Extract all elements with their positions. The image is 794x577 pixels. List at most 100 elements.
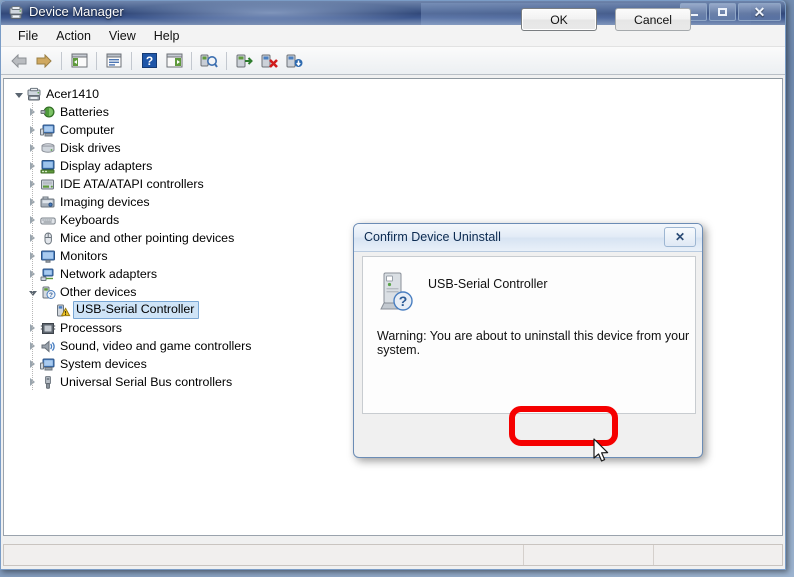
- update-driver-software-icon: [236, 54, 253, 67]
- status-pane-secondary: [524, 545, 654, 565]
- properties-button[interactable]: [102, 50, 126, 72]
- tree-item-label: Processors: [60, 321, 122, 335]
- tree-item-label: Display adapters: [60, 159, 153, 173]
- tree-item-label: Other devices: [60, 285, 137, 299]
- toolbar-separator: [61, 51, 62, 70]
- ok-button[interactable]: OK: [521, 8, 597, 31]
- window-title: Device Manager: [29, 4, 124, 19]
- tree-item-label: Imaging devices: [60, 195, 150, 209]
- ide-controller-icon: [39, 176, 57, 192]
- back-icon: [11, 53, 27, 68]
- network-adapter-icon: [39, 266, 57, 282]
- tree-guide-line: [32, 103, 33, 121]
- disable-device-button[interactable]: [282, 50, 306, 72]
- update-driver-software-button[interactable]: [232, 50, 256, 72]
- uninstall-device-button[interactable]: [257, 50, 281, 72]
- battery-icon: [39, 104, 57, 120]
- tree-guide-line: [32, 337, 33, 355]
- computer-icon: [39, 122, 57, 138]
- toolbar-separator: [191, 51, 192, 70]
- tree-item-computer[interactable]: Computer: [12, 121, 782, 139]
- dialog-warning-text: Warning: You are about to uninstall this…: [377, 329, 690, 357]
- titlebar-glow: [121, 1, 421, 25]
- tree-item-ide-controllers[interactable]: IDE ATA/ATAPI controllers: [12, 175, 782, 193]
- tree-guide-line: [32, 355, 33, 373]
- tree-guide-line: [32, 157, 33, 175]
- tree-guide-line: [32, 265, 33, 283]
- toolbar-separator: [131, 51, 132, 70]
- tree-item-imaging-devices[interactable]: Imaging devices: [12, 193, 782, 211]
- tree-item-label: Universal Serial Bus controllers: [60, 375, 233, 389]
- toolbar-separator: [226, 51, 227, 70]
- tree-item-label: USB-Serial Controller: [73, 301, 200, 319]
- tree-item-label: Disk drives: [60, 141, 121, 155]
- tree-guide-line: [32, 139, 33, 157]
- close-icon: ✕: [753, 4, 766, 20]
- menu-help[interactable]: Help: [145, 27, 189, 45]
- tree-guide-line: [32, 121, 33, 139]
- toolbar-separator: [96, 51, 97, 70]
- tree-guide-line: [32, 319, 33, 337]
- tree-item-label: Computer: [60, 123, 115, 137]
- imaging-device-icon: [39, 194, 57, 210]
- tree-item-label: System devices: [60, 357, 147, 371]
- show-hide-action-pane-button[interactable]: [162, 50, 186, 72]
- show-hide-console-tree-button[interactable]: [67, 50, 91, 72]
- unknown-device-icon: ?: [39, 284, 57, 300]
- help-button[interactable]: ?: [137, 50, 161, 72]
- tree-guide-line: [32, 373, 33, 391]
- tree-item-label: Keyboards: [60, 213, 120, 227]
- tree-item-label: Acer1410: [46, 87, 100, 101]
- disable-device-icon: [286, 54, 302, 67]
- mouse-cursor: [593, 438, 609, 462]
- status-pane-tertiary: [654, 545, 782, 565]
- dialog-close-button[interactable]: ✕: [664, 227, 696, 247]
- keyboard-icon: [39, 212, 57, 228]
- svg-text:?: ?: [399, 293, 408, 309]
- maximize-icon: [718, 8, 727, 16]
- tree-guide-line: [32, 211, 33, 229]
- dialog-title: Confirm Device Uninstall: [364, 230, 501, 244]
- maximize-button[interactable]: [709, 3, 736, 21]
- device-manager-icon: [9, 6, 23, 19]
- scan-for-hardware-changes-icon: [200, 54, 218, 68]
- expander-root[interactable]: [12, 85, 25, 103]
- tree-guide-line: [32, 175, 33, 193]
- processor-icon: [39, 320, 57, 336]
- toolbar: ?: [1, 47, 785, 75]
- tree-item-display-adapters[interactable]: Display adapters: [12, 157, 782, 175]
- tree-item-root[interactable]: Acer1410: [12, 85, 782, 103]
- cancel-button[interactable]: Cancel: [615, 8, 691, 31]
- tree-guide-line: [32, 301, 33, 319]
- status-bar: [3, 544, 783, 566]
- tree-guide-line: [32, 283, 33, 301]
- close-button[interactable]: ✕: [738, 3, 781, 21]
- chevron-down-icon: [14, 92, 23, 98]
- menu-view[interactable]: View: [100, 27, 145, 45]
- svg-text:?: ?: [145, 54, 152, 68]
- window-controls: ✕: [680, 3, 781, 21]
- mouse-icon: [39, 230, 57, 246]
- disk-drive-icon: [39, 140, 57, 156]
- show-hide-console-tree-icon: [71, 53, 87, 68]
- usb-controller-icon: [39, 374, 57, 390]
- properties-icon: [106, 53, 122, 68]
- unknown-device-question-icon: ?: [380, 272, 413, 311]
- close-icon: ✕: [674, 230, 686, 244]
- tree-guide-line: [32, 193, 33, 211]
- tree-item-batteries[interactable]: Batteries: [12, 103, 782, 121]
- system-device-icon: [39, 356, 57, 372]
- show-hide-action-pane-icon: [166, 53, 182, 68]
- confirm-device-uninstall-dialog: Confirm Device Uninstall ✕ ? USB-Serial …: [353, 223, 703, 458]
- menu-action[interactable]: Action: [47, 27, 100, 45]
- tree-guide-line: [32, 229, 33, 247]
- monitor-icon: [39, 248, 57, 264]
- menu-file[interactable]: File: [9, 27, 47, 45]
- tree-item-disk-drives[interactable]: Disk drives: [12, 139, 782, 157]
- forward-button[interactable]: [32, 50, 56, 72]
- tree-guide-line: [32, 247, 33, 265]
- scan-for-hardware-changes-button[interactable]: [197, 50, 221, 72]
- forward-icon: [36, 53, 52, 68]
- tree-item-label: Sound, video and game controllers: [60, 339, 252, 353]
- back-button[interactable]: [7, 50, 31, 72]
